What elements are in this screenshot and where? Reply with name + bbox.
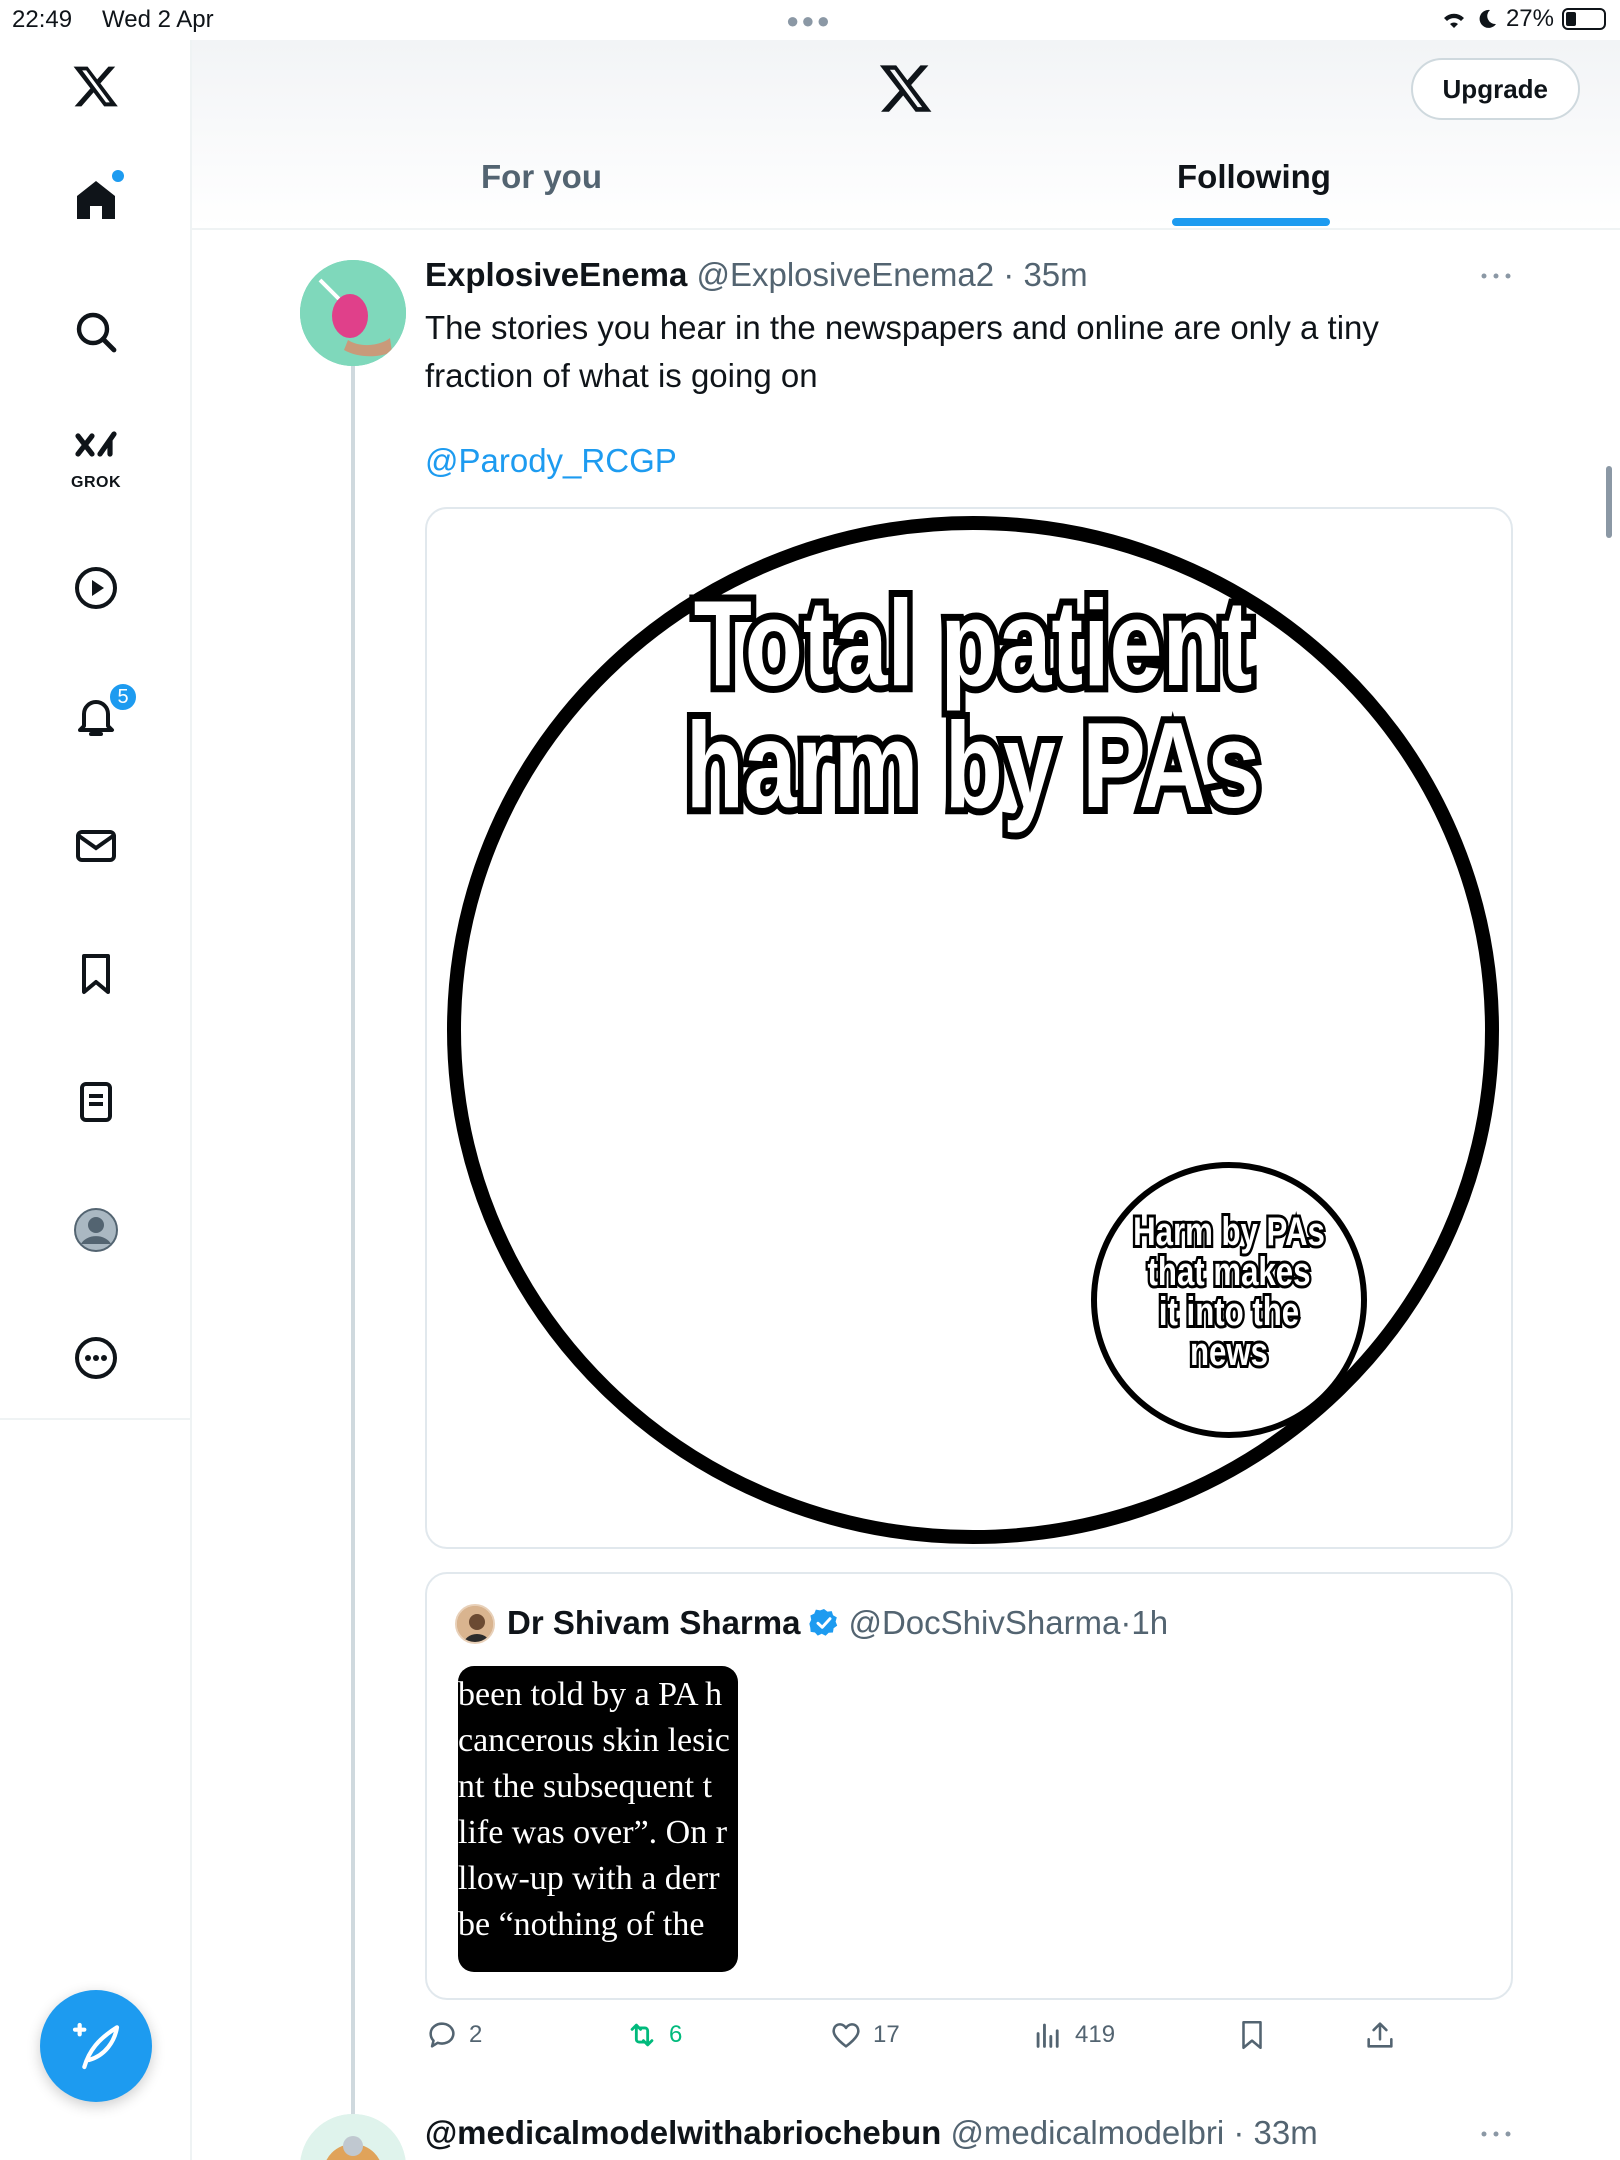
repost-button[interactable]: 6 <box>625 2018 682 2052</box>
lists-icon[interactable] <box>70 1076 122 1128</box>
tab-for-you[interactable]: For you <box>481 158 602 196</box>
home-new-dot <box>112 170 124 182</box>
x-logo-header-icon[interactable] <box>878 60 934 116</box>
quoted-author-name[interactable]: Dr Shivam Sharma <box>507 1604 800 1642</box>
quoted-author-handle[interactable]: @DocShivSharma <box>848 1604 1120 1642</box>
small-circle-line4: news <box>1190 1329 1268 1374</box>
upgrade-button[interactable]: Upgrade <box>1410 58 1580 120</box>
wifi-icon <box>1443 13 1464 28</box>
status-time: 22:49 <box>12 6 73 33</box>
views-button[interactable]: 419 <box>1031 2018 1115 2052</box>
quoted-separator: · <box>1120 1604 1132 1641</box>
compose-feather-icon <box>72 2022 120 2070</box>
active-tab-indicator <box>1172 218 1330 226</box>
profile-avatar-icon[interactable] <box>70 1204 122 1256</box>
small-circle-line3: it into the <box>1159 1289 1299 1334</box>
quoted-tweet[interactable]: Dr Shivam Sharma @DocShivSharma · 1h bee… <box>425 1572 1513 2000</box>
timeline-header: Upgrade For you Following <box>192 40 1620 230</box>
grok-icon[interactable]: GROK <box>70 426 122 491</box>
views-chart-icon <box>1036 2023 1059 2048</box>
views-count: 419 <box>1075 2021 1116 2048</box>
next-separator: · <box>1224 2114 1254 2151</box>
reply-button[interactable]: 2 <box>425 2018 482 2052</box>
home-icon[interactable] <box>70 170 124 226</box>
scrollbar-thumb[interactable] <box>1606 466 1612 538</box>
like-button[interactable]: 17 <box>829 2018 900 2052</box>
reply-count: 2 <box>469 2021 483 2048</box>
grok-label: GROK <box>71 474 121 491</box>
sidebar-divider <box>0 1418 190 1420</box>
small-circle-line1: Harm by PAs <box>1133 1209 1325 1254</box>
quoted-tweet-time[interactable]: 1h <box>1131 1604 1168 1642</box>
sidebar: GROK 5 <box>0 40 192 2160</box>
mention-link[interactable]: @Parody_RCGP <box>425 442 677 480</box>
video-play-icon[interactable] <box>70 562 122 614</box>
tweet-text: The stories you hear in the newspapers a… <box>425 309 1379 394</box>
big-circle-line2: harm by PAs <box>686 698 1261 834</box>
quoted-tweet-header: Dr Shivam Sharma @DocShivSharma · 1h <box>507 1604 1168 1642</box>
bookmarks-icon[interactable] <box>70 948 122 1000</box>
enema-bulb-image <box>300 260 406 366</box>
next-author-avatar[interactable] <box>300 2114 406 2160</box>
quoted-image-line: been told by a PA h <box>458 1676 723 1713</box>
share-button[interactable] <box>1363 2018 1397 2052</box>
battery-percent: 27% <box>1505 5 1554 32</box>
author-name[interactable]: ExplosiveEnema <box>425 256 687 293</box>
tab-following[interactable]: Following <box>1177 158 1331 196</box>
compose-post-button[interactable] <box>40 1990 152 2102</box>
next-tweet-time[interactable]: 33m <box>1254 2114 1318 2151</box>
verified-badge-icon <box>809 1609 838 1636</box>
heart-icon <box>832 2023 860 2048</box>
author-avatar[interactable] <box>300 260 406 366</box>
next-author-name[interactable]: @medicalmodelwithabriochebun <box>425 2114 941 2151</box>
moon-icon <box>1479 9 1496 28</box>
notifications-badge: 5 <box>108 682 138 712</box>
header-separator: · <box>994 256 1024 293</box>
quoted-author-avatar[interactable] <box>455 1604 495 1644</box>
share-icon <box>1367 2022 1393 2048</box>
search-icon[interactable] <box>70 306 122 358</box>
status-date: Wed 2 Apr <box>102 6 214 33</box>
quoted-image-line: cancerous skin lesic <box>458 1722 730 1759</box>
quoted-tweet-image[interactable]: been told by a PA h cancerous skin lesic… <box>458 1666 738 1972</box>
quoted-image-line: life was over”. On r <box>458 1814 728 1851</box>
battery-icon <box>1562 8 1606 30</box>
x-logo-icon[interactable] <box>70 60 122 112</box>
bookmark-icon <box>1242 2020 1262 2050</box>
more-options-icon[interactable] <box>70 1332 122 1384</box>
next-author-handle[interactable]: @medicalmodelbri <box>950 2114 1224 2151</box>
big-circle-line1: Total patient <box>694 576 1253 712</box>
repost-count: 6 <box>669 2021 683 2048</box>
status-right: 27% <box>1440 5 1606 33</box>
next-tweet-header: @medicalmodelwithabriochebun @medicalmod… <box>425 2114 1318 2152</box>
small-circle-line2: that makes <box>1148 1249 1311 1294</box>
repost-icon <box>630 2023 654 2047</box>
like-count: 17 <box>873 2021 900 2048</box>
quoted-image-line: llow-up with a derr <box>458 1860 720 1897</box>
tweet-image[interactable]: Total patient harm by PAs Harm by PAs th… <box>425 507 1513 1549</box>
notifications-bell-icon[interactable]: 5 <box>70 682 138 742</box>
tweet-actions: 2 6 17 419 <box>425 2018 1425 2062</box>
multitasking-dots[interactable]: ●●● <box>786 8 832 34</box>
author-handle[interactable]: @ExplosiveEnema2 <box>696 256 994 293</box>
thread-connector-line <box>351 366 355 2116</box>
quoted-image-line: nt the subsequent t <box>458 1768 713 1805</box>
tweet-time[interactable]: 35m <box>1023 256 1087 293</box>
quoted-image-line: be “nothing of the <box>458 1906 705 1943</box>
bookmark-button[interactable] <box>1235 2018 1269 2052</box>
messages-envelope-icon[interactable] <box>70 820 122 872</box>
venn-meme-image: Total patient harm by PAs Harm by PAs th… <box>447 516 1499 1544</box>
next-tweet-more-icon[interactable] <box>1476 2124 1516 2144</box>
status-bar: 22:49 Wed 2 Apr ●●● 27% <box>0 0 1620 40</box>
tweet-header: ExplosiveEnema @ExplosiveEnema2 · 35m <box>425 256 1088 294</box>
tweet-more-icon[interactable] <box>1476 266 1516 286</box>
reply-icon <box>429 2022 455 2048</box>
